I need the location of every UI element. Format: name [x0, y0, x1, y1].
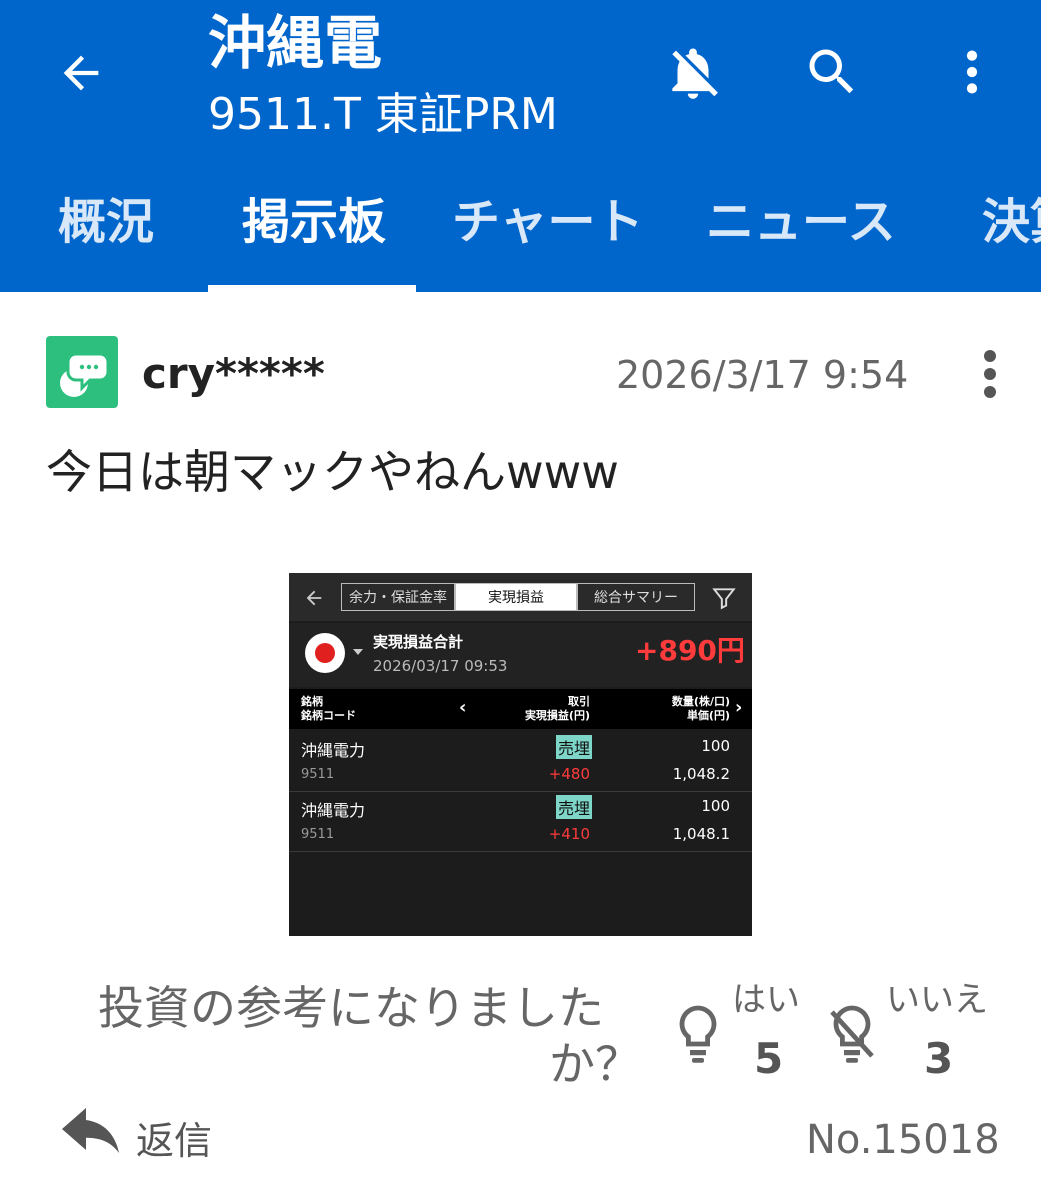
- japan-flag-icon: [305, 633, 345, 673]
- post-body: 今日は朝マックやねんwww: [46, 445, 619, 499]
- image-row-pnl: +410: [548, 825, 590, 843]
- image-summary-title: 実現損益合計: [373, 633, 464, 651]
- image-row-name: 沖縄電力: [301, 741, 366, 760]
- chat-bubble-avatar-icon: [60, 352, 110, 397]
- image-table-row: 沖縄電力 9511 売埋 +480 100 1,048.2: [289, 731, 752, 792]
- post-username[interactable]: cry*****: [142, 346, 325, 402]
- image-tab-margin: 余力・保証金率: [341, 583, 455, 611]
- image-row-code: 9511: [301, 767, 335, 782]
- image-tab-summary: 総合サマリー: [577, 583, 695, 611]
- feedback-question-cont: か？: [549, 1037, 641, 1091]
- image-row-price: 1,048.1: [672, 825, 730, 843]
- yes-count: 5: [754, 1034, 784, 1083]
- feedback-question: 投資の参考になりました: [98, 981, 604, 1035]
- tab-board[interactable]: 掲示板: [242, 188, 386, 256]
- more-vertical-icon[interactable]: [944, 40, 1000, 104]
- no-label: いいえ: [886, 980, 988, 1020]
- image-col-trade: 取引: [568, 695, 590, 708]
- active-tab-indicator: [208, 285, 416, 292]
- tab-chart[interactable]: チャート: [452, 188, 644, 256]
- image-column-header: 銘柄 銘柄コード ‹ 取引 実現損益(円) 数量(株/口) 単価(円) ›: [289, 689, 752, 729]
- yes-label: はい: [732, 980, 800, 1020]
- image-col-name: 銘柄: [301, 695, 323, 708]
- app-header: 沖縄電 9511.T 東証PRM 概況 掲示板 チャート ニュース 決算: [0, 0, 1041, 292]
- post-more-icon[interactable]: [970, 346, 1010, 402]
- image-row-price: 1,048.2: [672, 765, 730, 783]
- image-row-trade: 売埋: [555, 795, 592, 819]
- yes-button[interactable]: はい 5: [670, 980, 810, 1090]
- lightbulb-off-icon: [826, 1004, 878, 1068]
- tab-news[interactable]: ニュース: [706, 188, 896, 256]
- image-summary-date: 2026/03/17 09:53: [373, 657, 508, 675]
- image-filter-icon: [711, 585, 737, 615]
- image-chevron-right-icon: ›: [735, 697, 743, 718]
- image-col-pnl: 実現損益(円): [524, 709, 590, 722]
- avatar[interactable]: [46, 336, 118, 408]
- image-col-price: 単価(円): [686, 709, 730, 722]
- tab-overview[interactable]: 概況: [58, 188, 154, 256]
- stock-title: 沖縄電: [208, 9, 383, 77]
- no-button[interactable]: いいえ 3: [820, 980, 1000, 1090]
- post-timestamp: 2026/3/17 9:54: [616, 353, 909, 397]
- image-row-qty: 100: [701, 797, 730, 815]
- image-row-pnl: +480: [548, 765, 590, 783]
- image-summary-row: 実現損益合計 2026/03/17 09:53 +890円: [289, 623, 752, 687]
- tab-earnings[interactable]: 決算: [982, 188, 1041, 256]
- image-chevron-left-icon: ‹: [459, 697, 467, 718]
- reply-label[interactable]: 返信: [136, 1116, 212, 1166]
- reply-arrow-icon: [56, 1108, 128, 1172]
- bell-off-icon[interactable]: [660, 40, 726, 106]
- image-row-code: 9511: [301, 827, 335, 842]
- post-number: No.15018: [806, 1117, 1000, 1163]
- image-table-row: 沖縄電力 9511 売埋 +410 100 1,048.1: [289, 791, 752, 852]
- no-count: 3: [924, 1034, 954, 1083]
- attached-image[interactable]: 余力・保証金率 実現損益 総合サマリー 実現損益合計 2026/03/17 09…: [289, 573, 752, 936]
- image-dropdown-caret-icon: [353, 649, 363, 655]
- image-col-qty: 数量(株/口): [671, 695, 730, 708]
- image-tab-realized: 実現損益: [455, 583, 577, 611]
- image-header-bar: 余力・保証金率 実現損益 総合サマリー: [289, 573, 752, 621]
- lightbulb-icon: [674, 1004, 722, 1068]
- image-back-arrow-icon: [303, 587, 325, 613]
- search-icon[interactable]: [800, 40, 864, 104]
- back-arrow-icon[interactable]: [52, 44, 110, 102]
- image-summary-total: +890円: [635, 634, 745, 667]
- image-col-code: 銘柄コード: [301, 709, 356, 722]
- stock-code: 9511.T 東証PRM: [208, 89, 558, 140]
- image-row-qty: 100: [701, 737, 730, 755]
- image-row-name: 沖縄電力: [301, 801, 366, 820]
- image-row-trade: 売埋: [555, 735, 592, 759]
